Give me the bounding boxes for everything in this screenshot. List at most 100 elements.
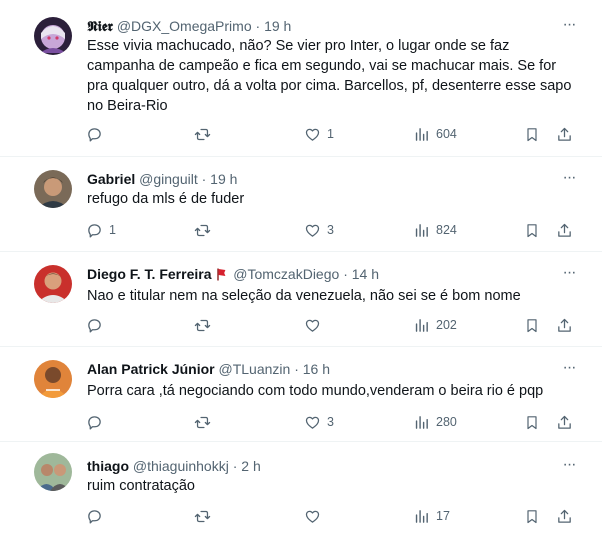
views-button[interactable]: 202 [413,315,457,335]
bookmark-button[interactable] [524,315,540,335]
like-count: 3 [327,415,334,429]
retweet-button[interactable] [193,412,218,432]
tweet-header: thiago @thiaguinhokkj · 2 h [87,457,562,475]
retweet-icon [194,416,211,428]
retweet-button[interactable] [193,220,218,240]
like-button[interactable] [304,315,327,335]
tweet-text: Nao e titular nem na seleção da venezuel… [87,288,521,304]
reply-button[interactable] [86,506,109,526]
reply-icon [88,318,101,333]
like-icon [305,416,320,429]
bookmark-button[interactable] [524,506,540,526]
reply-icon [88,415,101,430]
user-handle[interactable]: @DGX_OmegaPrimo [117,18,252,34]
like-button[interactable]: 1 [304,124,334,144]
display-name[interactable]: 𝕹𝖎𝖊𝖗 [87,18,113,34]
tweet[interactable]: Gabriel @ginguilt · 19 h ··· refugo da m… [0,157,602,252]
views-count: 604 [436,127,457,141]
like-button[interactable]: 3 [304,412,334,432]
like-count: 3 [327,223,334,237]
avatar[interactable] [34,360,72,398]
share-button[interactable] [556,315,573,335]
timestamp[interactable]: 2 h [241,458,260,474]
retweet-icon [194,128,211,140]
display-name[interactable]: Alan Patrick Júnior [87,361,215,377]
user-handle[interactable]: @thiaguinhokkj [133,458,229,474]
tweet-header: Diego F. T. Ferreira @TomczakDiego · 14 … [87,265,562,283]
like-button[interactable]: 3 [304,220,334,240]
tweet[interactable]: 𝕹𝖎𝖊𝖗 @DGX_OmegaPrimo · 19 h ··· Esse viv… [0,0,602,157]
tweet-text: Esse vivia machucado, não? Se vier pro I… [87,38,572,114]
views-button[interactable]: 280 [413,412,457,432]
share-icon [558,415,571,429]
retweet-button[interactable] [193,506,218,526]
tweet-header: Alan Patrick Júnior @TLuanzin · 16 h [87,360,562,378]
more-icon[interactable]: ··· [560,360,578,380]
more-icon[interactable]: ··· [560,17,578,37]
timestamp[interactable]: 19 h [264,18,291,34]
views-button[interactable]: 604 [413,124,457,144]
share-button[interactable] [556,124,573,144]
display-name[interactable]: Diego F. T. Ferreira [87,266,211,282]
more-icon[interactable]: ··· [560,170,578,190]
views-count: 202 [436,318,457,332]
display-name[interactable]: thiago [87,458,129,474]
share-icon [558,127,571,141]
share-icon [558,509,571,523]
reply-icon [88,509,101,524]
reply-button[interactable] [86,124,109,144]
separator-dot: · [201,171,207,187]
reply-button[interactable] [86,315,109,335]
user-handle[interactable]: @TomczakDiego [233,266,339,282]
avatar[interactable] [34,265,72,303]
tweet-actions: 3 280 [0,412,602,432]
bookmark-button[interactable] [524,124,540,144]
user-handle[interactable]: @ginguilt [139,171,198,187]
like-count: 1 [327,127,334,141]
retweet-button[interactable] [193,124,218,144]
more-icon[interactable]: ··· [560,457,578,477]
replies-feed: 𝕹𝖎𝖊𝖗 @DGX_OmegaPrimo · 19 h ··· Esse viv… [0,0,602,535]
tweet[interactable]: Alan Patrick Júnior @TLuanzin · 16 h ···… [0,347,602,442]
tweet-header: 𝕹𝖎𝖊𝖗 @DGX_OmegaPrimo · 19 h [87,17,562,35]
timestamp[interactable]: 14 h [352,266,379,282]
views-icon [415,415,428,429]
avatar[interactable] [34,17,72,55]
tweet-actions: 202 [0,315,602,335]
timestamp[interactable]: 19 h [210,171,237,187]
avatar[interactable] [34,453,72,491]
bookmark-button[interactable] [524,412,540,432]
share-icon [558,223,571,237]
views-button[interactable]: 824 [413,220,457,240]
bookmark-icon [527,509,537,523]
tweet-text: refugo da mls é de fuder [87,191,245,207]
share-button[interactable] [556,220,573,240]
tweet[interactable]: thiago @thiaguinhokkj · 2 h ··· ruim con… [0,442,602,535]
share-button[interactable] [556,412,573,432]
tweet-actions: 1 604 [0,124,602,144]
retweet-icon [194,510,211,522]
like-button[interactable] [304,506,327,526]
views-icon [415,318,428,332]
reply-count: 1 [109,223,116,237]
avatar[interactable] [34,170,72,208]
bookmark-icon [527,318,537,332]
views-icon [415,223,428,237]
reply-button[interactable] [86,412,109,432]
bookmark-button[interactable] [524,220,540,240]
reply-button[interactable]: 1 [86,220,116,240]
tweet-header: Gabriel @ginguilt · 19 h [87,170,562,188]
tweet[interactable]: Diego F. T. Ferreira @TomczakDiego · 14 … [0,252,602,347]
views-count: 280 [436,415,457,429]
views-button[interactable]: 17 [413,506,450,526]
display-name[interactable]: Gabriel [87,171,135,187]
retweet-button[interactable] [193,315,218,335]
like-icon [305,224,320,237]
timestamp[interactable]: 16 h [303,361,330,377]
share-button[interactable] [556,506,573,526]
like-icon [305,319,320,332]
views-count: 824 [436,223,457,237]
bookmark-icon [527,223,537,237]
more-icon[interactable]: ··· [560,265,578,285]
user-handle[interactable]: @TLuanzin [218,361,290,377]
